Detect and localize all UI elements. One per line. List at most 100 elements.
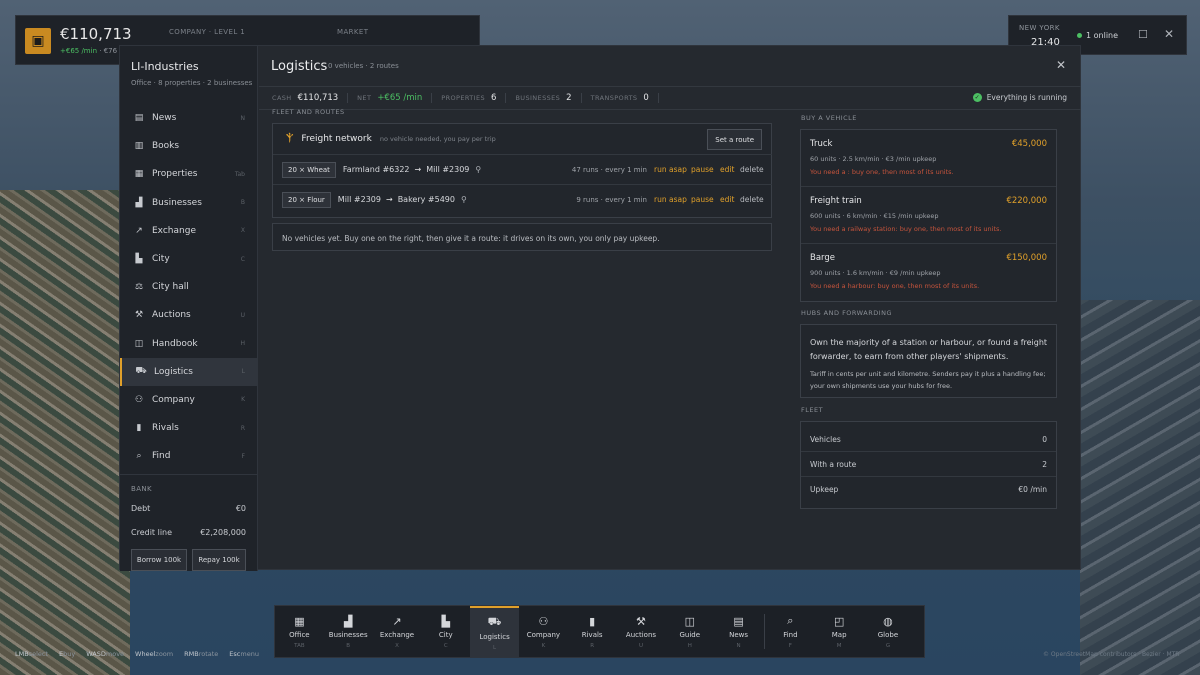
stat-value: €110,713 — [297, 93, 339, 103]
vehicle-card-freight-train[interactable]: Freight train €220,000 600 units · 6 km/mi… — [801, 187, 1056, 244]
location-pin-icon[interactable]: ⚲ — [461, 195, 467, 204]
vehicle-requirement: You need a : buy one, then most of its u… — [810, 168, 954, 176]
hint-menu: Escmenu — [229, 650, 259, 658]
route-row[interactable]: 20 × Wheat Farmland #6322 → Mill #2309 ⚲ 47 r… — [273, 154, 772, 184]
repay-button[interactable]: Repay 100k — [192, 549, 246, 571]
dock-shortcut: X — [395, 642, 399, 649]
hint-rotate: RMBrotate — [184, 650, 218, 658]
dock-exchange[interactable]: ↗ Exchange X — [373, 606, 422, 657]
sidebar-item-auctions[interactable]: ⚒ Auctions U — [120, 301, 257, 329]
dock-shortcut: U — [638, 642, 643, 649]
dock-globe[interactable]: ◍ Globe G — [864, 606, 913, 657]
dock-guide[interactable]: ◫ Guide H — [665, 606, 714, 657]
dock-logistics[interactable]: ⛟ Logistics L — [470, 606, 519, 657]
set-route-button[interactable]: Set a route — [707, 129, 762, 150]
no-vehicles-note: No vehicles yet. Buy one on the right, t… — [282, 234, 660, 243]
sidebar-item-properties[interactable]: ▦ Properties Tab — [120, 160, 257, 188]
close-window-icon[interactable]: ✕ — [1056, 58, 1066, 72]
trend-icon: ↗ — [392, 614, 402, 628]
fleet-row-upkeep: Upkeep €0 /min — [801, 477, 1056, 502]
fleet-value: 2 — [1042, 459, 1047, 469]
search-icon: ⌕ — [136, 451, 142, 462]
vehicle-card-truck[interactable]: Truck €45,000 60 units · 2.5 km/min · €3 /… — [801, 130, 1056, 187]
dock-auctions[interactable]: ⚒ Auctions U — [617, 606, 666, 657]
fleet-label: FLEET — [801, 406, 824, 414]
sidebar-item-city-hall[interactable]: ⚖ City hall — [120, 273, 257, 301]
chat-icon[interactable]: ☐ — [1138, 28, 1148, 41]
sidebar-item-handbook[interactable]: ◫ Handbook H — [120, 330, 257, 358]
dock-find[interactable]: ⌕ Find F — [766, 606, 815, 657]
hint-buy: Ebuy — [59, 650, 75, 658]
hubs-label: HUBS AND FORWARDING — [801, 309, 893, 317]
sidebar-item-exchange[interactable]: ↗ Exchange X — [120, 217, 257, 245]
sidebar-item-find[interactable]: ⌕ Find F — [120, 442, 257, 470]
close-icon[interactable]: ✕ — [1164, 27, 1174, 41]
dock-label: Guide — [679, 630, 701, 639]
delete-button[interactable]: delete — [740, 165, 764, 174]
bars-icon: ▮ — [589, 614, 596, 628]
dock-businesses[interactable]: ▟ Businesses B — [324, 606, 373, 657]
dock-company[interactable]: ⚇ Company K — [519, 606, 568, 657]
dock-map[interactable]: ◰ Map M — [815, 606, 864, 657]
hint-zoom: Wheelzoom — [135, 650, 173, 658]
sidebar-item-businesses[interactable]: ▟ Businesses B — [120, 189, 257, 217]
dock-news[interactable]: ▤ News N — [714, 606, 763, 657]
auction-icon: ⚒ — [134, 310, 144, 321]
route-quantity: 20 × Flour — [282, 191, 331, 208]
vehicle-specs: 600 units · 6 km/min · €15 /min upkeep — [810, 212, 939, 220]
edit-button[interactable]: edit — [720, 195, 734, 204]
hint-key: LMB — [15, 650, 29, 658]
delete-button[interactable]: delete — [740, 195, 764, 204]
fleet-row-vehicles: Vehicles 0 — [801, 427, 1056, 452]
dock-city[interactable]: ▙ City C — [421, 606, 470, 657]
shortcut-key: C — [240, 255, 245, 263]
edit-button[interactable]: edit — [720, 165, 734, 174]
fleet-label: Vehicles — [810, 434, 841, 444]
dock-label: Rivals — [581, 630, 603, 639]
location-pin-icon[interactable]: ⚲ — [475, 165, 481, 174]
shortcut-key: B — [240, 199, 245, 207]
sidebar-item-news[interactable]: ▤ News N — [120, 104, 257, 132]
sidebar-item-label: Rivals — [152, 423, 179, 434]
stat-label: NET — [357, 94, 372, 102]
people-icon: ⚇ — [538, 614, 549, 628]
people-icon: ⚇ — [134, 394, 144, 405]
newspaper-icon: ▤ — [733, 614, 744, 628]
sidebar-item-rivals[interactable]: ▮ Rivals R — [120, 414, 257, 442]
sidebar-item-city[interactable]: ▙ City C — [120, 245, 257, 273]
route-to: Mill #2309 — [426, 165, 470, 174]
borrow-button[interactable]: Borrow 100k — [131, 549, 187, 571]
control-hints: LMBselect Ebuy WASDmove Wheelzoom RMBrotate E… — [15, 650, 270, 658]
run-asap-button[interactable]: run asap — [654, 165, 687, 174]
map-credit: © OpenStreetMap contributors · Bezier · … — [1043, 651, 1180, 658]
shortcut-key: K — [241, 396, 245, 404]
bank-section: BANK Debt €0 Credit line €2,208,000 — [120, 474, 257, 537]
hint-action: select — [28, 650, 49, 658]
hubs-tariff-note: Tariff in cents per unit and kilometre. … — [810, 370, 1046, 390]
run-asap-button[interactable]: run asap — [654, 195, 687, 204]
city-terrain-left — [0, 190, 130, 675]
dock-office[interactable]: ▦ Office TAB — [275, 606, 324, 657]
stat-net: NET +€65 /min — [357, 93, 433, 103]
page-subtitle: 0 vehicles · 2 routes — [328, 62, 399, 70]
stat-properties: PROPERTIES 6 — [441, 93, 507, 103]
sidebar-item-logistics[interactable]: ⛟ Logistics L — [120, 357, 257, 386]
status-indicator: ✓ Everything is running — [972, 93, 1067, 102]
vehicle-card-barge[interactable]: Barge €150,000 900 units · 1.6 km/min · €9… — [801, 244, 1056, 301]
dock-rivals[interactable]: ▮ Rivals R — [568, 606, 617, 657]
sidebar-item-books[interactable]: ▥ Books — [120, 132, 257, 160]
pause-button[interactable]: pause — [691, 195, 714, 204]
sidebar-item-company[interactable]: ⚇ Company K — [120, 386, 257, 414]
shortcut-key: R — [240, 424, 245, 432]
dock-label: Logistics — [479, 632, 510, 641]
route-meta: 9 runs · every 1 min — [576, 195, 647, 204]
hint-key: Wheel — [135, 650, 156, 658]
dock-label: Map — [831, 630, 847, 639]
pause-button[interactable]: pause — [691, 165, 714, 174]
dock-shortcut: F — [788, 643, 792, 649]
hint-select: LMBselect — [15, 650, 48, 658]
fleet-value: 0 — [1042, 434, 1047, 444]
dock-label: City — [438, 630, 453, 639]
sidebar-item-label: Find — [152, 451, 171, 462]
route-row[interactable]: 20 × Flour Mill #2309 → Bakery #5490 ⚲ 9 runs… — [273, 184, 772, 214]
